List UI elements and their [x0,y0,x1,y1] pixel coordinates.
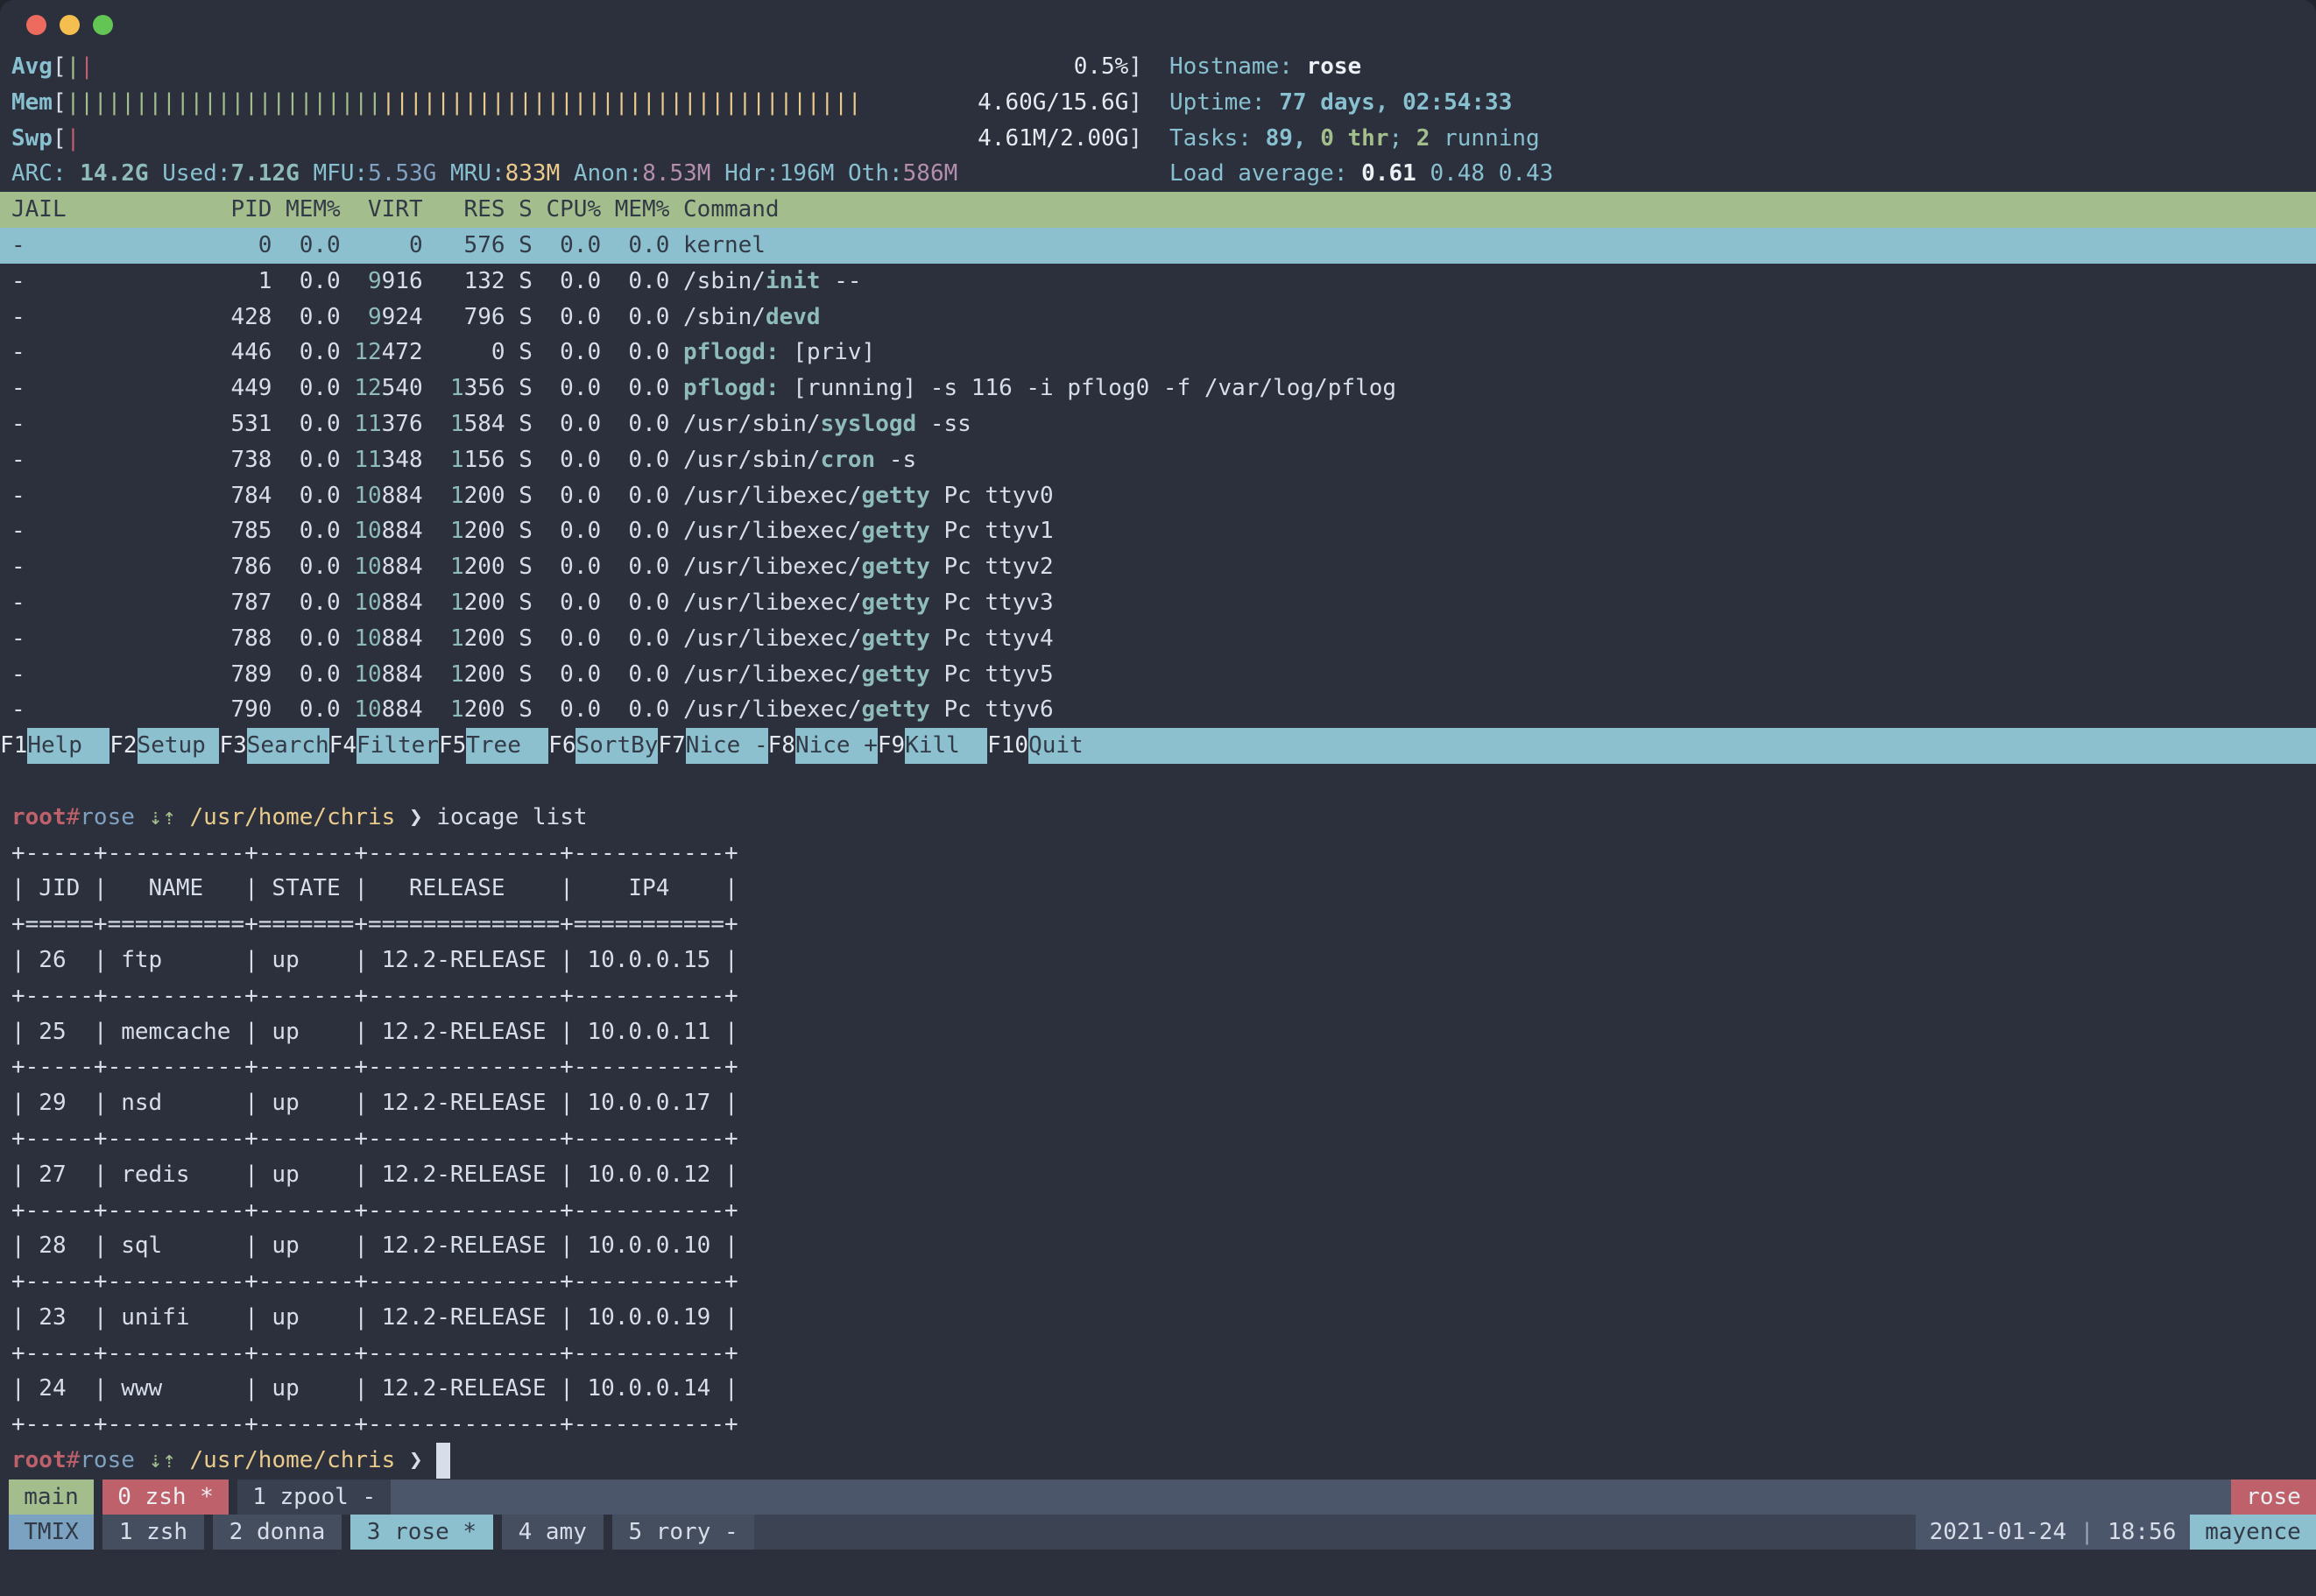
tmux-datetime-separator: | [2080,1519,2094,1545]
fkey-f6[interactable]: F6SortBy [548,728,658,764]
tmux-session[interactable]: 5 rory - [612,1515,755,1550]
tmux-status-bar: main 0 zsh *1 zpool - rose TMIX 1 zsh 2 d… [0,1479,2316,1550]
process-row[interactable]: - 1 0.0 9916 132 S 0.0 0.0 /sbin/init -- [0,264,2316,300]
tmux-session[interactable]: 1 zsh [102,1515,204,1550]
process-table-header[interactable]: JAIL PID MEM% VIRT RES S CPU% MEM% Comma… [0,192,2316,228]
tmux-tmix-label: TMIX [9,1515,94,1550]
iocage-jail-table: +-----+----------+-------+--------------… [0,836,2316,1444]
text-cursor[interactable] [436,1443,450,1479]
shell-prompt-history: root#rose ⇣⇡ /usr/home/chris ❯ iocage li… [0,800,2316,836]
fkey-f3[interactable]: F3Search [219,728,328,764]
tmux-window[interactable]: 0 zsh * [102,1479,229,1515]
tmux-status-row-1: main 0 zsh *1 zpool - rose [0,1479,2316,1515]
process-row[interactable]: - 738 0.0 11348 1156 S 0.0 0.0 /usr/sbin… [0,442,2316,478]
process-row[interactable]: - 785 0.0 10884 1200 S 0.0 0.0 /usr/libe… [0,513,2316,549]
tmux-window[interactable]: 1 zpool - [237,1479,391,1515]
tmux-session[interactable]: 4 amy [502,1515,604,1550]
process-row[interactable]: - 788 0.0 10884 1200 S 0.0 0.0 /usr/libe… [0,621,2316,657]
htop-meters: Avg[||0.5%]Mem[|||||||||||||||||||||||||… [0,49,1142,192]
fkey-f2[interactable]: F2Setup [109,728,219,764]
close-button[interactable] [26,15,46,35]
meter-mem: Mem[||||||||||||||||||||||||||||||||||||… [0,85,1142,121]
macos-titlebar [0,0,2316,49]
tmux-date: 2021-01-24 [1930,1519,2067,1545]
tmux-local-host-badge: mayence [2190,1515,2316,1550]
fkey-f5[interactable]: F5Tree [439,728,548,764]
process-row[interactable]: - 789 0.0 10884 1200 S 0.0 0.0 /usr/libe… [0,657,2316,693]
fkey-f10[interactable]: F10Quit [987,728,2316,764]
htop-function-key-bar: F1Help F2Setup F3SearchF4FilterF5Tree F6… [0,728,2316,764]
tmux-row2-fill [754,1515,1915,1550]
fkey-f8[interactable]: F8Nice + [768,728,878,764]
process-row[interactable]: - 790 0.0 10884 1200 S 0.0 0.0 /usr/libe… [0,692,2316,728]
fkey-f1[interactable]: F1Help [0,728,109,764]
tmux-time: 18:56 [2108,1519,2176,1545]
fkey-f9[interactable]: F9Kill [878,728,987,764]
process-row[interactable]: - 428 0.0 9924 796 S 0.0 0.0 /sbin/devd [0,300,2316,335]
tmux-hostname-badge: rose [2231,1479,2316,1515]
process-row[interactable]: - 449 0.0 12540 1356 S 0.0 0.0 pflogd: [… [0,371,2316,406]
tmux-status-row-2: TMIX 1 zsh 2 donna3 rose * 4 amy5 rory - 2… [0,1515,2316,1550]
blank-line [0,764,2316,800]
process-table: - 0 0.0 0 576 S 0.0 0.0 kernel- 1 0.0 99… [0,228,2316,728]
terminal-window: Avg[||0.5%]Mem[|||||||||||||||||||||||||… [0,0,2316,1596]
process-row[interactable]: - 787 0.0 10884 1200 S 0.0 0.0 /usr/libe… [0,585,2316,621]
tmux-session-active[interactable]: 3 rose * [350,1515,493,1550]
zfs-arc-stats: ARC: 14.2G Used:7.12G MFU:5.53G MRU:833M… [0,156,1142,192]
tasks-line: Tasks: 89, 0 thr; 2 running [1169,121,1553,157]
process-row[interactable]: - 531 0.0 11376 1584 S 0.0 0.0 /usr/sbin… [0,406,2316,442]
htop-header-section: Avg[||0.5%]Mem[|||||||||||||||||||||||||… [0,49,2316,192]
tmux-session-name[interactable]: main [9,1479,94,1515]
meter-swp: Swp[|4.61M/2.00G] [0,121,1142,157]
shell-prompt-current[interactable]: root#rose ⇣⇡ /usr/home/chris ❯ [0,1443,2316,1479]
process-row[interactable]: - 784 0.0 10884 1200 S 0.0 0.0 /usr/libe… [0,478,2316,514]
process-row-selected[interactable]: - 0 0.0 0 576 S 0.0 0.0 kernel [0,228,2316,264]
minimize-button[interactable] [60,15,80,35]
process-row[interactable]: - 446 0.0 12472 0 S 0.0 0.0 pflogd: [pri… [0,335,2316,371]
load-average-line: Load average: 0.61 0.48 0.43 [1169,156,1553,192]
process-row[interactable]: - 786 0.0 10884 1200 S 0.0 0.0 /usr/libe… [0,549,2316,585]
fkey-f4[interactable]: F4Filter [329,728,439,764]
hostname-line: Hostname: rose [1169,49,1553,85]
tmux-datetime: 2021-01-24 | 18:56 [1916,1515,2190,1550]
zoom-button[interactable] [93,15,113,35]
htop-system-info: Hostname: roseUptime: 77 days, 02:54:33T… [1169,49,1553,192]
fkey-f7[interactable]: F7Nice - [658,728,767,764]
tmux-session[interactable]: 2 donna [213,1515,342,1550]
meter-avg: Avg[||0.5%] [0,49,1142,85]
tmux-row1-fill [391,1479,2231,1515]
uptime-line: Uptime: 77 days, 02:54:33 [1169,85,1553,121]
